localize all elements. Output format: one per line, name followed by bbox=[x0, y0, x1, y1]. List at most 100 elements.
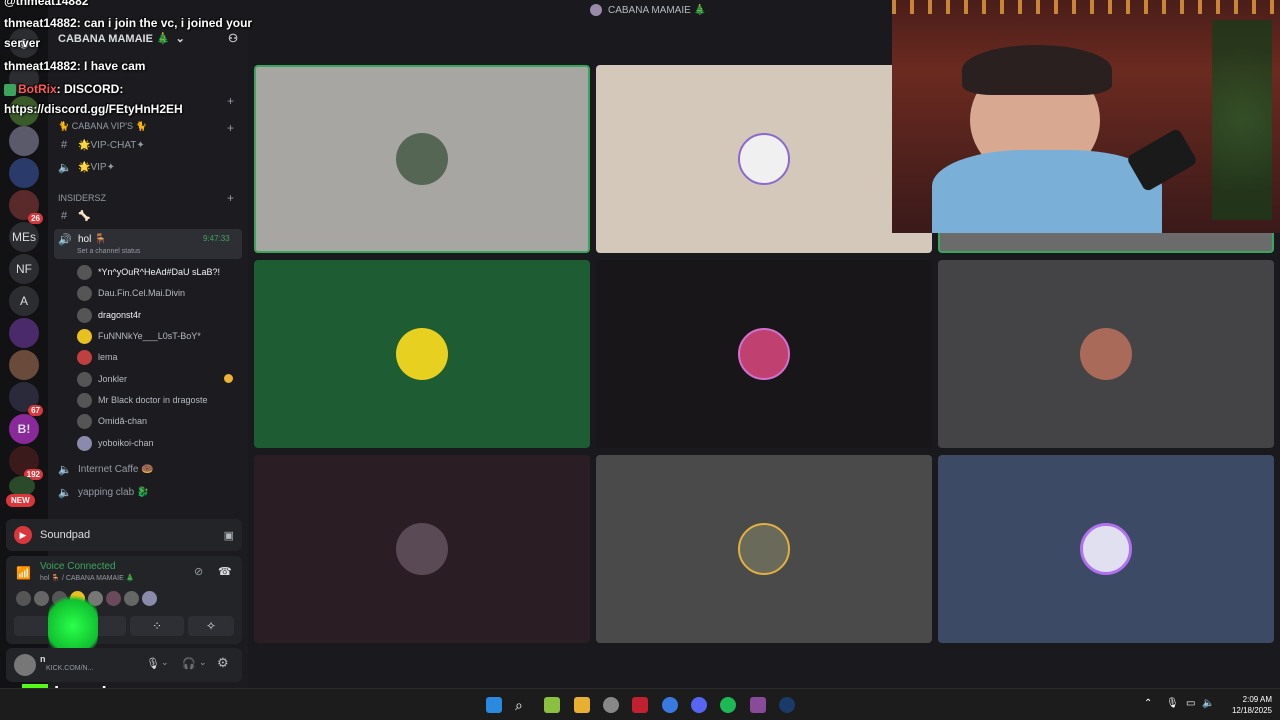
username: dragonst4r bbox=[98, 310, 142, 320]
steam-icon[interactable] bbox=[779, 697, 795, 713]
server-icon-nf[interactable]: NF bbox=[9, 254, 39, 284]
chat-user: thmeat14882 bbox=[4, 16, 77, 30]
unread-badge: 26 bbox=[28, 213, 43, 224]
soundpad-panel[interactable]: ▶ Soundpad ▣ bbox=[6, 519, 242, 551]
server-icon[interactable] bbox=[9, 126, 39, 156]
add-member-icon[interactable]: ⚇ bbox=[228, 32, 238, 45]
server-icon[interactable]: 192 bbox=[9, 446, 43, 480]
avatar[interactable] bbox=[14, 654, 36, 676]
activities-button[interactable]: ⁘ bbox=[130, 616, 184, 636]
server-icon[interactable] bbox=[9, 476, 35, 496]
app-icon[interactable] bbox=[632, 697, 648, 713]
avatar bbox=[77, 413, 92, 429]
server-header[interactable]: CABANA MAMAIE 🎄 ⌄ ⚇ bbox=[58, 28, 238, 48]
avatar bbox=[77, 264, 92, 280]
chat-message: server bbox=[4, 36, 40, 50]
app-icon[interactable] bbox=[603, 697, 619, 713]
microphone-icon[interactable]: 🎙 bbox=[146, 657, 160, 670]
app-icon[interactable] bbox=[750, 697, 766, 713]
gear-icon[interactable]: ⚙ bbox=[217, 655, 229, 671]
voice-channel-hol[interactable]: 🔊 hol 🪑 bbox=[58, 230, 107, 248]
start-icon[interactable] bbox=[486, 697, 502, 713]
voice-connected-title: Voice Connected bbox=[40, 561, 116, 572]
voice-user[interactable]: FuNNNkYe___L0sT-BoY* bbox=[77, 327, 201, 345]
chat-text: : can i join the vc, i joined your bbox=[76, 16, 253, 30]
chrome-icon[interactable] bbox=[662, 697, 678, 713]
app-icon[interactable] bbox=[544, 697, 560, 713]
server-icon[interactable] bbox=[9, 158, 39, 188]
search-icon[interactable]: ⌕ bbox=[515, 697, 531, 713]
voice-user[interactable]: Mr Black doctor in dragoste bbox=[77, 391, 208, 409]
voice-connected-panel: 📶 Voice Connected hol 🪑 / CABANA MAMAIE … bbox=[6, 556, 242, 644]
avatar bbox=[16, 591, 31, 606]
microphone-icon[interactable]: 🎙 bbox=[1166, 698, 1179, 709]
participant-avatar bbox=[396, 523, 448, 575]
avatar bbox=[77, 285, 92, 301]
chat-text: : I have cam bbox=[76, 59, 146, 73]
server-icon[interactable] bbox=[9, 350, 39, 380]
video-tile[interactable] bbox=[938, 455, 1274, 643]
noise-suppression-icon[interactable]: ⊘ bbox=[194, 565, 203, 578]
server-icon[interactable]: B! bbox=[9, 414, 39, 444]
channel-vip-chat[interactable]: # 🌟VIP-CHAT✦ bbox=[58, 136, 145, 154]
chat-text: : DISCORD: bbox=[56, 82, 124, 96]
server-icon[interactable]: 67 bbox=[9, 382, 43, 416]
server-icon-a[interactable]: A bbox=[9, 286, 39, 316]
video-tile[interactable] bbox=[938, 260, 1274, 448]
voice-user[interactable]: dragonst4r bbox=[77, 306, 141, 324]
category-vip[interactable]: 🐈 CABANA VIP's 🐈 bbox=[58, 121, 147, 132]
clock-time: 2:09 AM bbox=[1242, 695, 1272, 704]
chat-message: thmeat14882: can i join the vc, i joined… bbox=[4, 16, 252, 30]
chat-message: https://discord.gg/FEtyHnH2EH bbox=[4, 102, 183, 116]
add-channel-icon[interactable]: + bbox=[227, 94, 234, 108]
video-tile[interactable] bbox=[254, 260, 590, 448]
spotify-icon[interactable] bbox=[720, 697, 736, 713]
avatar bbox=[77, 371, 92, 387]
participant-avatar bbox=[1080, 523, 1132, 575]
file-explorer-icon[interactable] bbox=[574, 697, 590, 713]
chevron-up-icon[interactable]: ⌃ bbox=[1144, 698, 1152, 709]
server-icon[interactable]: 26 bbox=[9, 190, 43, 224]
voice-user[interactable]: Omidă-chan bbox=[77, 412, 147, 430]
disconnect-icon[interactable]: ☎ bbox=[218, 565, 232, 578]
voice-channel-yapping-clab[interactable]: 🔈 yapping clab 🐉 bbox=[58, 483, 149, 501]
video-tile[interactable] bbox=[254, 65, 590, 253]
chevron-down-icon[interactable]: ⌄ bbox=[199, 657, 207, 668]
volume-icon[interactable]: 🔈 bbox=[1202, 698, 1214, 709]
network-icon[interactable]: ▭ bbox=[1186, 698, 1195, 709]
clock[interactable]: 2:09 AM 12/18/2025 bbox=[1226, 694, 1272, 716]
voice-user[interactable]: yoboikoi-chan bbox=[77, 434, 154, 452]
channel-vip-voice[interactable]: 🔈 🌟VIP✦ bbox=[58, 158, 115, 176]
discord-icon[interactable] bbox=[691, 697, 707, 713]
voice-user[interactable]: Dau.Fin.Cel.Mai.Divin bbox=[77, 284, 185, 302]
video-tile[interactable] bbox=[596, 65, 932, 253]
server-icon-mes[interactable]: MEs bbox=[9, 222, 39, 252]
voice-connected-subtitle[interactable]: hol 🪑 / CABANA MAMAIE 🎄 bbox=[40, 574, 134, 582]
voice-user[interactable]: *Yn^yOuR^HeAd#DaU sLaB?! bbox=[77, 263, 220, 281]
channel-insiders-text[interactable]: # 🦴 bbox=[58, 207, 91, 225]
category-insiders[interactable]: INSIDERSz bbox=[58, 193, 106, 203]
server-name: CABANA MAMAIE 🎄 bbox=[58, 32, 170, 45]
soundboard-button[interactable]: ✧ bbox=[188, 616, 234, 636]
video-tile[interactable] bbox=[254, 455, 590, 643]
chevron-down-icon[interactable]: ⌄ bbox=[161, 657, 169, 668]
server-icon[interactable] bbox=[9, 318, 39, 348]
screen-icon[interactable]: ▣ bbox=[224, 529, 234, 542]
username: Dau.Fin.Cel.Mai.Divin bbox=[98, 288, 186, 298]
video-tile[interactable] bbox=[596, 455, 932, 643]
server-initials: A bbox=[19, 294, 28, 308]
voice-channel-internet-caffe[interactable]: 🔈 Internet Caffe 🍩 bbox=[58, 460, 154, 478]
speaker-icon: 🔈 bbox=[58, 463, 72, 476]
headphones-icon[interactable]: 🎧 bbox=[182, 657, 196, 670]
add-channel-icon[interactable]: + bbox=[227, 191, 234, 205]
voice-user[interactable]: Jonkler bbox=[77, 370, 127, 388]
video-tile[interactable] bbox=[596, 260, 932, 448]
username: FuNNNkYe___L0sT-BoY* bbox=[98, 331, 201, 341]
chat-user: thmeat14882 bbox=[4, 59, 77, 73]
add-channel-icon[interactable]: + bbox=[227, 121, 234, 135]
avatar bbox=[77, 349, 92, 365]
username: Jonkler bbox=[98, 374, 128, 384]
voice-user[interactable]: lema bbox=[77, 348, 118, 366]
new-badge: NEW bbox=[6, 494, 35, 507]
channel-status[interactable]: Set a channel status bbox=[77, 248, 140, 255]
